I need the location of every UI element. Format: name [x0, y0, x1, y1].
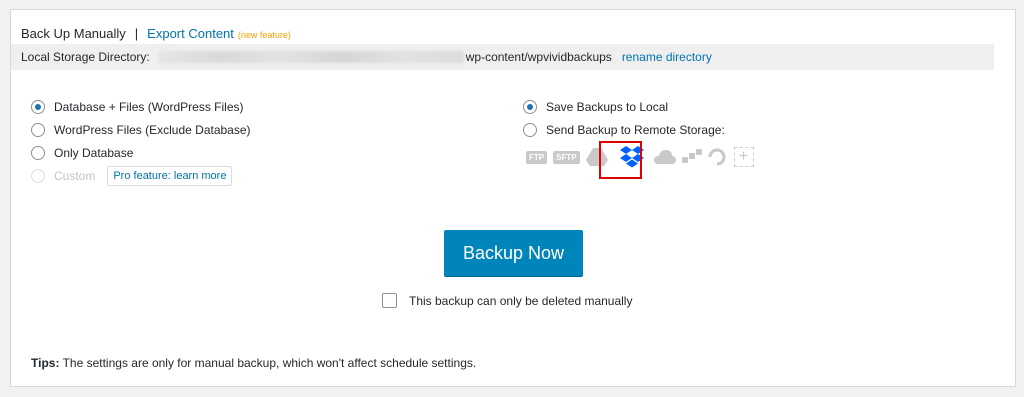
panel-header: Back Up Manually | Export Content (new f… — [21, 26, 291, 46]
option-save-local[interactable]: Save Backups to Local — [523, 100, 668, 114]
tab-separator: | — [134, 26, 139, 41]
radio-wordpress-files[interactable] — [31, 123, 45, 137]
radio-database-files[interactable] — [31, 100, 45, 114]
option-label: Database + Files (WordPress Files) — [54, 100, 244, 114]
pro-feature-link[interactable]: Pro feature: learn more — [107, 166, 233, 186]
onedrive-icon[interactable] — [653, 147, 676, 167]
add-remote-icon[interactable]: + — [733, 147, 754, 167]
option-label: Send Backup to Remote Storage: — [546, 123, 725, 137]
radio-send-remote[interactable] — [523, 123, 537, 137]
new-feature-badge: (new feature) — [237, 30, 291, 40]
manual-delete-row[interactable]: This backup can only be deleted manually — [382, 293, 632, 308]
radio-custom — [31, 169, 45, 183]
option-custom: Custom Pro feature: learn more — [31, 166, 233, 186]
option-database-files[interactable]: Database + Files (WordPress Files) — [31, 100, 244, 114]
tab-back-up-manually[interactable]: Back Up Manually — [21, 26, 126, 41]
redacted-path — [157, 51, 464, 63]
storage-path: wp-content/wpvividbackups — [465, 50, 612, 64]
sftp-icon[interactable]: SFTP — [553, 147, 580, 167]
option-wordpress-files[interactable]: WordPress Files (Exclude Database) — [31, 123, 251, 137]
radio-only-database[interactable] — [31, 146, 45, 160]
digitalocean-icon[interactable] — [707, 147, 726, 167]
option-send-remote[interactable]: Send Backup to Remote Storage: — [523, 123, 725, 137]
tab-export-content[interactable]: Export Content — [147, 26, 234, 41]
ftp-icon[interactable]: FTP — [526, 147, 548, 167]
tips-label: Tips: — [31, 356, 60, 370]
tips-body: The settings are only for manual backup,… — [59, 356, 477, 370]
radio-save-local[interactable] — [523, 100, 537, 114]
backup-now-button[interactable]: Backup Now — [444, 230, 583, 276]
manual-delete-label: This backup can only be deleted manually — [409, 293, 633, 308]
storage-label: Local Storage Directory: — [21, 50, 150, 64]
rename-directory-link[interactable]: rename directory — [622, 50, 712, 64]
option-label: WordPress Files (Exclude Database) — [54, 123, 251, 137]
option-label: Only Database — [54, 146, 134, 160]
option-label: Custom — [54, 169, 96, 183]
manual-delete-checkbox[interactable] — [382, 293, 397, 308]
amazon-s3-icon[interactable] — [681, 147, 702, 167]
local-storage-bar: Local Storage Directory: wp-content/wpvi… — [11, 44, 994, 70]
option-only-database[interactable]: Only Database — [31, 146, 133, 160]
dropbox-highlight-box — [599, 141, 642, 179]
option-label: Save Backups to Local — [546, 100, 669, 114]
tips-text: Tips: The settings are only for manual b… — [31, 356, 476, 370]
